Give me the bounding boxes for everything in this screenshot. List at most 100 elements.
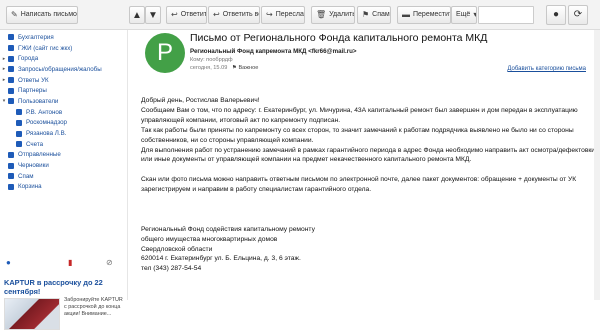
reply-button[interactable]: ↩ Ответить [166,6,207,24]
sidebar-folder-item[interactable]: Рязанова Л.В. [0,128,128,139]
message-body-line: Региональный Фонд содействия капитальном… [141,225,315,233]
message-body-line: Свердловской области [141,245,213,253]
message-body-line: Добрый день, Ростислав Валерьевич! [141,97,260,104]
next-button[interactable]: ▼ [145,6,161,24]
more-button[interactable]: Ещё ▾ [451,6,477,24]
sidebar-folder-item[interactable]: Бухгалтерия [0,32,128,43]
folder-icon [16,130,22,137]
delete-button[interactable]: 🗑 Удалить ▾ [311,6,355,24]
move-button[interactable]: ▬ Переместить ▾ [397,6,451,24]
spam-button[interactable]: ⚑ Спам [357,6,391,24]
folder-icon [16,141,22,148]
folder-icon: ▬ [402,10,410,19]
folder-label: ГЖИ (сайт гис жкх) [18,44,73,52]
reply-icon: ↩ [171,10,178,19]
folder-label: Счета [26,140,44,148]
important-label: Важное [238,65,259,71]
sidebar-folder-item[interactable]: ГЖИ (сайт гис жкх) [0,43,128,54]
forward-button[interactable]: ↪ Переслать [261,6,305,24]
sidebar-folder-item[interactable]: Спам [0,171,128,182]
reply-label: Ответить [180,11,207,18]
sidebar-folder-item[interactable]: Корзина [0,182,128,193]
sender-avatar: Р [145,33,185,73]
folder-icon [8,173,14,180]
bookmark-icon[interactable]: ▮ [68,258,72,267]
message-body-line: общего имущества многоквартирных домов [141,235,278,243]
expand-toggle-icon[interactable]: ▾ [0,98,8,104]
spam-icon: ⚑ [362,10,370,19]
chevron-down-icon: ▾ [473,10,477,19]
folder-list: Бухгалтерия ГЖИ (сайт гис жкх) ▸ Города ▸ Зап… [0,32,128,192]
chevron-down-icon: ▼ [148,10,158,21]
chevron-up-icon: ▲ [132,10,142,21]
folder-icon [8,162,14,169]
sidebar-folder-item[interactable]: Роскомнадзор [0,118,128,129]
message-body-line: тел (343) 287-54-54 [141,265,202,273]
compose-button[interactable]: ✎ Написать письмо [6,6,78,24]
folder-icon [8,183,14,190]
message-body-line: Для выполнения работ по устранению замеч… [141,146,596,164]
folder-label: Рязанова Л.В. [26,130,67,138]
folder-label: Р.В. Антонов [26,108,63,116]
folder-label: Спам [18,172,34,180]
folder-icon [8,98,14,105]
message-body-line: Так как работы были приняты по капремонт… [141,126,574,144]
reply-all-icon: ↩ [213,10,220,19]
ad-car-image[interactable] [4,298,60,330]
sidebar-folder-item[interactable]: Отправленные [0,150,128,161]
flag-icon[interactable]: ⚑ [232,65,237,71]
scrollbar[interactable] [594,30,600,300]
pencil-icon: ✎ [11,10,18,19]
message-view: Р Письмо от Регионального Фонда капиталь… [128,30,600,300]
message-body-line: Сообщаем Вам о том, что по адресу: г. Ек… [141,106,578,124]
message-body-line: Скан или фото письма можно направить отв… [141,176,577,194]
folder-icon [16,109,22,116]
sidebar-folder-item[interactable]: ▸ Ответы УК [0,75,128,86]
sidebar-folder-item[interactable]: Черновики [0,160,128,171]
paperclip-icon[interactable]: ⊘ [106,258,113,267]
folder-label: Корзина [18,183,42,191]
folder-label: Ответы УК [18,76,49,84]
dot-icon[interactable]: ● [6,258,11,267]
toolbar: ✎ Написать письмо ▲ ▼ ↩ Ответить ↩ Ответ… [0,0,600,30]
folder-label: Роскомнадзор [26,119,67,127]
folder-icon [8,87,14,94]
folder-icon [8,34,14,41]
folder-label: Бухгалтерия [18,33,54,41]
add-category-link[interactable]: Добавить категорию письма [507,66,586,72]
ad-text[interactable]: Забронируйте KAPTUR с рассрочкой до конц… [64,297,126,318]
sidebar-icon-row: ● ▮ ⊘ [0,258,128,270]
message-body-line: 620014 г. Екатеринбург ул. Б. Ельцина, д… [141,255,301,263]
folder-label: Черновики [18,162,49,170]
sidebar-folder-item[interactable]: Счета [0,139,128,150]
message-body-line [141,205,596,215]
sidebar-folder-item[interactable]: ▾ Пользователи [0,96,128,107]
ad-title[interactable]: KAPTUR в рассрочку до 22 сентября! [4,278,124,296]
user-button[interactable]: ● [546,5,566,25]
sidebar-folder-item[interactable]: ▸ Города [0,53,128,64]
message-sender[interactable]: Региональный Фонд капремонта МКД <fkr66@… [190,48,357,55]
settings-button[interactable]: ⟳ [568,5,588,25]
folder-icon [8,45,14,52]
sidebar-folder-item[interactable]: ▸ Запросы/обращения/жалобы [0,64,128,75]
message-date: сегодня, 15.09 [190,65,228,71]
delete-label: Удалить [329,11,355,18]
more-label: Ещё [456,11,471,18]
expand-toggle-icon[interactable]: ▸ [0,56,8,62]
prev-button[interactable]: ▲ [129,6,145,24]
reply-all-button[interactable]: ↩ Ответить всем [208,6,260,24]
sidebar-folder-item[interactable]: Р.В. Антонов [0,107,128,118]
message-recipient: Кому: пообррдф [190,57,233,63]
expand-toggle-icon[interactable]: ▸ [0,77,8,83]
folder-label: Запросы/обращения/жалобы [18,65,102,73]
folder-label: Города [18,55,39,63]
search-input[interactable] [478,6,534,24]
compose-label: Написать письмо [20,11,77,18]
folder-icon [8,151,14,158]
reply-all-label: Ответить всем [222,11,259,18]
user-icon: ● [552,9,560,20]
message-subject: Письмо от Регионального Фонда капитально… [190,32,488,44]
folder-label: Отправленные [18,151,61,159]
sidebar-folder-item[interactable]: Партнеры [0,85,128,96]
expand-toggle-icon[interactable]: ▸ [0,66,8,72]
